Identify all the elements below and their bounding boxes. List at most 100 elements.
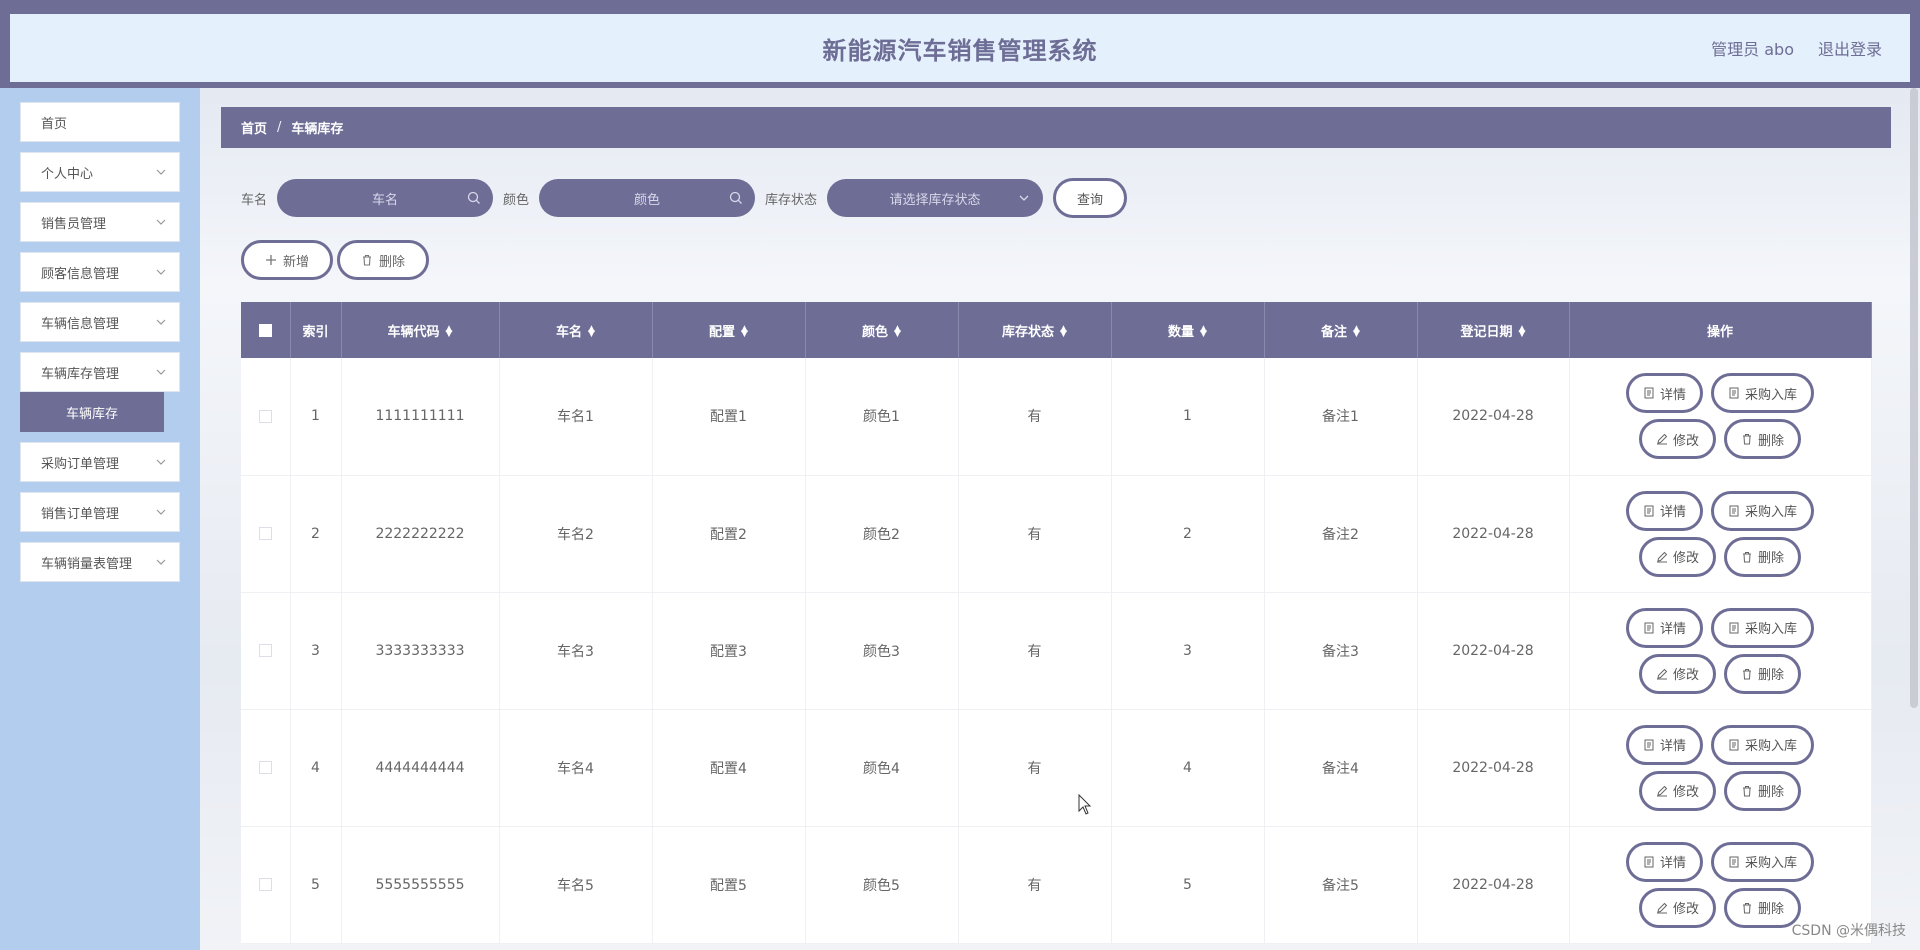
sidebar-item-purchase-order[interactable]: 采购订单管理 [20,442,180,482]
sidebar-item-label: 车辆信息管理 [41,316,120,332]
column-header-qty[interactable]: 数量 ▲ ▼ [1111,302,1265,358]
search-icon [729,191,742,204]
sidebar-item-inventory[interactable]: 车辆库存管理 [20,352,180,392]
column-header-code[interactable]: 车辆代码 ▲ ▼ [341,302,500,358]
sort-icon[interactable]: ▲ ▼ [446,325,453,339]
sidebar-item-home[interactable]: 首页 [20,102,180,142]
sidebar-item-vehicle-info[interactable]: 车辆信息管理 [20,302,180,342]
row-delete-button-label: 删除 [1758,902,1785,917]
sidebar-subitem-inventory[interactable]: 车辆库存 [20,392,164,432]
cell-color: 颜色3 [805,592,959,710]
row-checkbox[interactable] [258,761,272,774]
delete-button-label: 删除 [378,254,405,270]
row-checkbox[interactable] [258,409,272,423]
cell-note: 备注4 [1264,709,1418,827]
cell-ops: 详情 采购入库 修改 删除 [1569,475,1872,593]
column-header-status[interactable]: 库存状态 ▲ ▼ [958,302,1112,358]
cell-qty: 3 [1111,592,1265,710]
detail-button[interactable]: 详情 [1625,490,1703,531]
trash-icon [1743,551,1751,562]
table-row[interactable]: 5 5555555555 车名5 配置5 颜色5 有 5 备注5 2022-04-28 详情 采… [241,826,1872,944]
edit-button-label: 修改 [1672,551,1699,566]
table-row[interactable]: 1 1111111111 车名1 配置1 颜色1 有 1 备注1 2022-04-28 详情 采… [241,358,1872,476]
sort-icon[interactable]: ▲ ▼ [741,325,748,339]
detail-button-label: 详情 [1659,856,1686,871]
delete-button[interactable]: 删除 [337,240,429,280]
row-checkbox[interactable] [258,878,272,891]
sidebar-item-salesperson[interactable]: 销售员管理 [20,202,180,242]
column-header-label: 车名 [556,324,583,340]
cell-config: 配置2 [652,475,806,593]
sort-icon[interactable]: ▲ ▼ [1353,325,1360,339]
purchase-stock-in-button[interactable]: 采购入库 [1711,724,1815,765]
sort-icon[interactable]: ▲ ▼ [1200,325,1207,339]
purchase-stock-in-button[interactable]: 采购入库 [1711,607,1815,648]
sidebar-item-personal-center[interactable]: 个人中心 [20,152,180,192]
column-header-label: 备注 [1321,324,1348,340]
name-search-input[interactable]: 车名 [277,179,494,217]
table-header-row: 索引 车辆代码 ▲ ▼ 车名 ▲ ▼ 配置 ▲ ▼ 颜色 ▲ ▼ 库存状态 ▲ ▼ 数量 ▲ ▼ 备注 ▲… [241,302,1872,358]
sort-icon[interactable]: ▲ ▼ [894,325,901,339]
cell-color: 颜色2 [805,475,959,593]
column-header-date[interactable]: 登记日期 ▲ ▼ [1417,302,1570,358]
detail-button[interactable]: 详情 [1625,373,1703,414]
cell-qty: 2 [1111,475,1265,593]
purchase-stock-in-button[interactable]: 采购入库 [1711,373,1815,414]
sort-icon[interactable]: ▲ ▼ [1519,325,1526,339]
purchase-button-label: 采购入库 [1745,505,1798,520]
cell-date: 2022-04-28 [1417,826,1570,944]
table-row[interactable]: 4 4444444444 车名4 配置4 颜色4 有 4 备注4 2022-04-28 详情 采… [241,709,1872,827]
table-row[interactable]: 2 2222222222 车名2 配置2 颜色2 有 2 备注2 2022-04-28 详情 采… [241,475,1872,593]
app-header: 新能源汽车销售管理系统 管理员 abo 退出登录 [0,8,1920,88]
cell-name: 车名3 [499,592,653,710]
select-all-checkbox[interactable] [258,323,272,337]
sort-icon[interactable]: ▲ ▼ [1060,325,1067,339]
sidebar-item-sales-order[interactable]: 销售订单管理 [20,492,180,532]
row-delete-button[interactable]: 删除 [1724,536,1802,577]
column-header-color[interactable]: 颜色 ▲ ▼ [805,302,959,358]
sidebar-item-label: 车辆销量表管理 [41,556,133,572]
row-delete-button[interactable]: 删除 [1724,419,1802,460]
status-select-placeholder: 请选择库存状态 [889,192,981,208]
cell-qty: 5 [1111,826,1265,944]
logout-link[interactable]: 退出登录 [1818,36,1882,60]
row-checkbox[interactable] [258,527,272,540]
add-button[interactable]: 新增 [241,240,333,280]
edit-button[interactable]: 修改 [1638,653,1716,694]
sort-icon[interactable]: ▲ ▼ [588,325,595,339]
cell-config: 配置3 [652,592,806,710]
cell-ops: 详情 采购入库 修改 删除 [1569,709,1872,827]
edit-button[interactable]: 修改 [1638,536,1716,577]
sidebar-item-sales-volume[interactable]: 车辆销量表管理 [20,542,180,582]
purchase-stock-in-button[interactable]: 采购入库 [1711,490,1815,531]
detail-button[interactable]: 详情 [1625,607,1703,648]
detail-button[interactable]: 详情 [1625,841,1703,882]
edit-button[interactable]: 修改 [1638,419,1716,460]
row-delete-button[interactable]: 删除 [1724,653,1802,694]
color-search-input[interactable]: 颜色 [539,179,756,217]
edit-button[interactable]: 修改 [1638,770,1716,811]
query-button[interactable]: 查询 [1053,178,1128,218]
column-header-name[interactable]: 车名 ▲ ▼ [499,302,653,358]
row-delete-button[interactable]: 删除 [1724,887,1802,928]
cell-date: 2022-04-28 [1417,475,1570,593]
row-delete-button-label: 删除 [1758,433,1785,449]
column-header-config[interactable]: 配置 ▲ ▼ [652,302,806,358]
breadcrumb-home[interactable]: 首页 [241,118,267,137]
table-row[interactable]: 3 3333333333 车名3 配置3 颜色3 有 3 备注3 2022-04-28 详情 采… [241,592,1872,710]
cell-status: 有 [958,592,1112,710]
cell-date: 2022-04-28 [1417,709,1570,827]
detail-button[interactable]: 详情 [1625,724,1703,765]
column-header-note[interactable]: 备注 ▲ ▼ [1264,302,1418,358]
row-checkbox[interactable] [258,644,272,657]
edit-button[interactable]: 修改 [1638,887,1716,928]
row-delete-button[interactable]: 删除 [1724,770,1802,811]
purchase-stock-in-button[interactable]: 采购入库 [1711,841,1815,882]
detail-button-label: 详情 [1659,387,1686,403]
status-select[interactable]: 请选择库存状态 [827,179,1044,217]
current-user-label[interactable]: 管理员 abo [1711,36,1794,60]
chevron-down-icon [156,509,166,515]
cell-name: 车名2 [499,475,653,593]
page-scrollbar[interactable] [1910,88,1918,708]
sidebar-item-customer[interactable]: 顾客信息管理 [20,252,180,292]
